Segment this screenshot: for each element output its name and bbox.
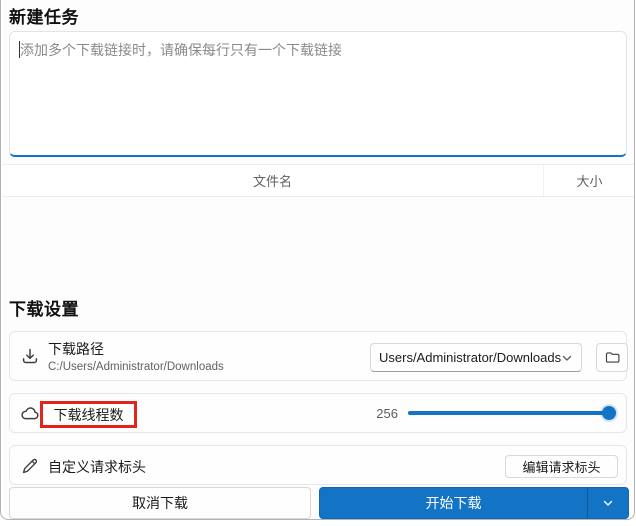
thread-count-value: 256 xyxy=(376,406,398,421)
download-path-combobox[interactable]: Users/Administrator/Downloads xyxy=(370,343,582,372)
download-icon xyxy=(19,346,41,368)
download-path-label: 下载路径 xyxy=(48,341,104,357)
setting-row-request-headers: 自定义请求标头 编辑请求标头 xyxy=(9,445,627,485)
cloud-icon xyxy=(19,403,41,425)
download-links-input-container xyxy=(9,31,627,157)
setting-row-download-path: 下载路径 C:/Users/Administrator/Downloads Us… xyxy=(9,331,628,381)
thread-slider-thumb[interactable] xyxy=(602,406,616,420)
edit-request-headers-button[interactable]: 编辑请求标头 xyxy=(505,455,618,478)
download-links-input[interactable] xyxy=(10,32,626,155)
file-table-body xyxy=(2,198,634,288)
file-table-header: 文件名 大小 xyxy=(2,164,634,197)
start-download-menu-button[interactable] xyxy=(588,488,628,518)
download-path-combobox-value: Users/Administrator/Downloads xyxy=(379,350,561,365)
download-path-value: C:/Users/Administrator/Downloads xyxy=(48,361,224,373)
thread-count-label: 下载线程数 xyxy=(53,406,124,423)
column-header-filename[interactable]: 文件名 xyxy=(2,165,544,196)
new-task-title: 新建任务 xyxy=(9,8,79,27)
annotation-box: 下载线程数 xyxy=(40,401,137,428)
column-header-size[interactable]: 大小 xyxy=(544,165,634,196)
cancel-download-button[interactable]: 取消下载 xyxy=(9,487,311,519)
new-task-dialog: 新建任务 文件名 大小 下载设置 下载路径 C:/Users/Administr… xyxy=(0,0,635,520)
thread-slider-fill xyxy=(408,411,610,415)
request-headers-label: 自定义请求标头 xyxy=(48,459,146,475)
chevron-down-icon xyxy=(602,497,614,509)
text-caret xyxy=(19,41,20,58)
thread-count-slider[interactable] xyxy=(408,411,610,415)
folder-icon xyxy=(604,349,621,366)
browse-folder-button[interactable] xyxy=(596,343,628,372)
pencil-icon xyxy=(19,455,41,477)
start-download-splitbutton: 开始下载 xyxy=(319,487,629,519)
setting-row-thread-count: 下载线程数 256 xyxy=(9,393,627,433)
chevron-down-icon xyxy=(561,352,573,364)
start-download-button[interactable]: 开始下载 xyxy=(320,488,588,518)
download-settings-title: 下载设置 xyxy=(9,300,79,319)
